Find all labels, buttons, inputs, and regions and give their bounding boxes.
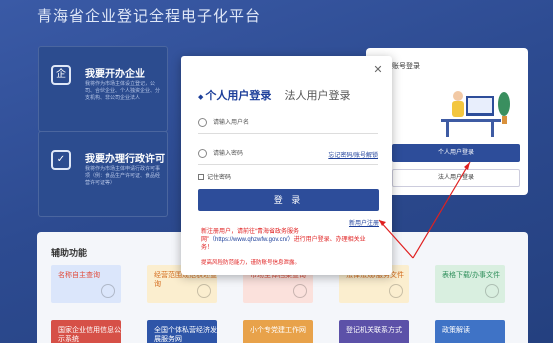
tile-policy[interactable]: 政策解读 xyxy=(435,320,505,343)
enterprise-icon: 企 xyxy=(51,65,71,85)
username-field xyxy=(198,114,378,134)
tile-form-download[interactable]: 表格下载/办事文件 xyxy=(435,265,505,303)
remember-password[interactable]: 记住密码 xyxy=(198,172,231,181)
tile-contact[interactable]: 登记机关联系方式 xyxy=(339,320,409,343)
diamond-icon: ◆ xyxy=(198,94,204,101)
user-icon xyxy=(198,118,207,127)
checklist-icon: ✓ xyxy=(51,150,71,170)
card-title: 我要办理行政许可 xyxy=(85,154,165,165)
aux-title: 辅助功能 xyxy=(51,248,88,258)
tile-private-economy[interactable]: 全国个体私营经济发展服务网 xyxy=(147,320,217,343)
document-icon xyxy=(197,284,211,298)
panel-title: 账号登录 xyxy=(392,63,420,70)
login-modal: ✕ ◆个人用户登录 法人用户登录 忘记密码/账号解锁 记住密码 登 录 新用户注… xyxy=(181,56,392,275)
legal-login-button[interactable]: 法人用户登录 xyxy=(392,169,520,187)
risk-warning: 提高风险防范能力，谨防账号信息泄露。 xyxy=(201,260,301,266)
close-icon[interactable]: ✕ xyxy=(372,64,384,76)
username-input[interactable] xyxy=(213,116,323,130)
card-desc: 我将作为市场主体设立登记，公司、合伙企业、个人独资企业、分支机构、非公司企业法人 xyxy=(85,81,161,101)
search-icon xyxy=(101,284,115,298)
card-desc: 我将作为市场主体申请行政许可事项（例：食品生产许可证、食品经营许可证等） xyxy=(85,166,161,186)
admin-permit-card[interactable]: ✓ 我要办理行政许可 我将作为市场主体申请行政许可事项（例：食品生产许可证、食品… xyxy=(38,131,168,217)
login-tabs: ◆ 个人用户登录 法人用户登录 xyxy=(198,87,360,103)
login-illustration xyxy=(441,91,510,137)
register-link[interactable]: 新用户注册 xyxy=(349,218,379,227)
start-business-card[interactable]: 企 我要开办企业 我将作为市场主体设立登记，公司、合伙企业、个人独资企业、分支机… xyxy=(38,46,168,132)
law-icon xyxy=(389,284,403,298)
portal-link[interactable]: （https://www.qhzwfw.gov.cn/） xyxy=(209,237,294,243)
personal-login-button[interactable]: 个人用户登录 xyxy=(392,144,520,162)
tile-name-query[interactable]: 名称自主查询 xyxy=(51,265,121,303)
remember-checkbox[interactable] xyxy=(198,174,204,181)
tab-personal-user[interactable]: ◆ 个人用户登录 xyxy=(198,87,271,103)
card-title: 我要开办企业 xyxy=(85,69,145,80)
password-field: 忘记密码/账号解锁 xyxy=(198,145,378,165)
forgot-password-link[interactable]: 忘记密码/账号解锁 xyxy=(328,150,378,159)
site-title: 青海省企业登记全程电子化平台 xyxy=(37,8,262,25)
lock-icon xyxy=(198,149,207,158)
tile-party-building[interactable]: 小个专党建工作网 xyxy=(243,320,313,343)
download-icon xyxy=(485,284,499,298)
register-notice: 新注册用户，请前往“青海省政务服务网”（https://www.qhzwfw.g… xyxy=(201,229,366,251)
tab-legal-user[interactable]: 法人用户登录 xyxy=(284,87,350,103)
login-button[interactable]: 登 录 xyxy=(198,189,379,211)
tile-credit-system[interactable]: 国家企业信用信息公示系统 xyxy=(51,320,121,343)
password-input[interactable] xyxy=(213,147,323,161)
archive-icon xyxy=(293,284,307,298)
